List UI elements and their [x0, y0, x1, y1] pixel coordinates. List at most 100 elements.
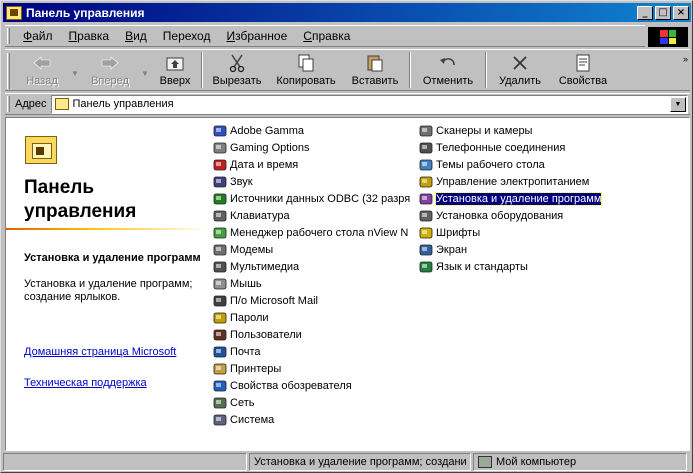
window-title: Панель управления [26, 5, 145, 20]
applet-item[interactable]: Gaming Options [213, 139, 410, 156]
menu-edit[interactable]: Правка [61, 29, 118, 43]
applet-item[interactable]: Звук [213, 173, 410, 190]
menu-favorites[interactable]: Избранное [218, 29, 295, 43]
applet-label: Система [230, 413, 275, 426]
selection-title: Установка и удаление программ [24, 252, 201, 264]
address-value: Панель управления [72, 98, 174, 110]
applet-item[interactable]: Управление электропитанием [419, 173, 601, 190]
key-icon [213, 311, 227, 325]
address-input[interactable]: Панель управления ▼ [50, 94, 688, 114]
applet-item[interactable]: Сканеры и камеры [419, 122, 601, 139]
menu-help[interactable]: Справка [295, 29, 358, 43]
users-icon [213, 328, 227, 342]
toolbar-grip[interactable] [7, 53, 10, 89]
applet-item[interactable]: Экран [419, 241, 601, 258]
applet-label: Принтеры [230, 362, 282, 375]
applet-item[interactable]: Мультимедиа [213, 258, 410, 275]
applet-item[interactable]: П/о Microsoft Mail [213, 292, 410, 309]
applet-item[interactable]: Модемы [213, 241, 410, 258]
applet-item[interactable]: Источники данных ODBC (32 разря [213, 190, 410, 207]
applet-label: Звук [230, 175, 253, 188]
back-arrow-icon [31, 53, 53, 73]
back-dropdown[interactable]: ▼ [69, 50, 81, 90]
applet-item[interactable]: Почта [213, 343, 410, 360]
applet-item[interactable]: Установка оборудования [419, 207, 601, 224]
tech-support-link[interactable]: Техническая поддержка [24, 377, 204, 390]
up-button[interactable]: Вверх [151, 50, 199, 90]
speaker-icon [213, 175, 227, 189]
control-panel-small-icon [54, 98, 69, 110]
applet-item[interactable]: Свойства обозревателя [213, 377, 410, 394]
power-icon [419, 175, 433, 189]
menu-go[interactable]: Переход [155, 29, 219, 43]
applet-label: Почта [230, 345, 261, 358]
cut-button[interactable]: Вырезать [205, 50, 269, 90]
applet-item[interactable]: Пользователи [213, 326, 410, 343]
applet-label: Мультимедиа [230, 260, 300, 273]
address-bar-grip[interactable] [7, 96, 10, 112]
applet-item[interactable]: Adobe Gamma [213, 122, 410, 139]
applet-item[interactable]: Мышь [213, 275, 410, 292]
status-zone-label: Мой компьютер [496, 456, 577, 468]
phone-icon [419, 141, 433, 155]
applet-label: Установка и удаление программ [434, 191, 603, 206]
microsoft-home-link[interactable]: Домашняя страница Microsoft [24, 346, 204, 359]
paste-button[interactable]: Вставить [343, 50, 407, 90]
applet-item[interactable]: Менеджер рабочего стола nView N [213, 224, 410, 241]
toolbar-separator [485, 52, 487, 88]
explorer-window: Панель управления _ □ × Файл Правка Вид … [0, 0, 693, 473]
menu-bar-grip[interactable] [7, 28, 10, 44]
my-computer-icon [478, 456, 492, 468]
applet-item[interactable]: Шрифты [419, 224, 601, 241]
applet-label: Дата и время [230, 158, 299, 171]
keyboard-icon [213, 209, 227, 223]
delete-x-icon [509, 53, 531, 73]
applet-item[interactable]: Сеть [213, 394, 410, 411]
applet-item[interactable]: Телефонные соединения [419, 139, 601, 156]
applet-item[interactable]: Клавиатура [213, 207, 410, 224]
properties-button[interactable]: Свойства [551, 50, 615, 90]
applet-label: Клавиатура [230, 209, 290, 222]
items-column-2: Сканеры и камеры Телефонные соединения Тем… [419, 122, 603, 275]
applet-item[interactable]: Язык и стандарты [419, 258, 601, 275]
menu-view[interactable]: Вид [117, 29, 155, 43]
toolbar-overflow-icon[interactable]: » [683, 54, 688, 64]
title-bar[interactable]: Панель управления _ □ × [3, 3, 691, 22]
undo-button[interactable]: Отменить [413, 50, 483, 90]
maximize-button[interactable]: □ [655, 5, 671, 20]
menu-file[interactable]: Файл [15, 29, 61, 43]
applet-label: Телефонные соединения [436, 141, 566, 154]
forward-dropdown[interactable]: ▼ [139, 50, 151, 90]
applet-item[interactable]: Система [213, 411, 410, 428]
applet-label: Сканеры и камеры [436, 124, 533, 137]
address-label: Адрес [15, 98, 47, 110]
applet-label: Язык и стандарты [436, 260, 528, 273]
back-button[interactable]: Назад [15, 50, 69, 90]
printer-icon [213, 362, 227, 376]
multimedia-icon [213, 260, 227, 274]
add-remove-icon [419, 192, 433, 206]
minimize-button[interactable]: _ [637, 5, 653, 20]
properties-icon [572, 53, 594, 73]
modem-icon [213, 243, 227, 257]
applet-label: Adobe Gamma [230, 124, 304, 137]
standard-toolbar: Назад ▼ Вперед ▼ Вверх Вырезать Копирова… [5, 49, 690, 91]
selection-description: Установка и удаление программ; создание … [24, 278, 193, 303]
control-panel-large-icon [25, 136, 57, 164]
applet-label: Модемы [230, 243, 274, 256]
applet-item[interactable]: Принтеры [213, 360, 410, 377]
forward-button[interactable]: Вперед [81, 50, 139, 90]
applet-item[interactable]: Темы рабочего стола [419, 156, 601, 173]
address-dropdown-button[interactable]: ▼ [670, 96, 686, 112]
undo-icon [437, 53, 459, 73]
system-icon [213, 413, 227, 427]
mail-icon [213, 294, 227, 308]
applet-item[interactable]: Установка и удаление программ [419, 190, 603, 207]
applet-item[interactable]: Дата и время [213, 156, 410, 173]
applet-item[interactable]: Пароли [213, 309, 410, 326]
copy-button[interactable]: Копировать [269, 50, 343, 90]
display-icon [419, 243, 433, 257]
delete-button[interactable]: Удалить [489, 50, 551, 90]
close-button[interactable]: × [673, 5, 689, 20]
nview-icon [213, 226, 227, 240]
